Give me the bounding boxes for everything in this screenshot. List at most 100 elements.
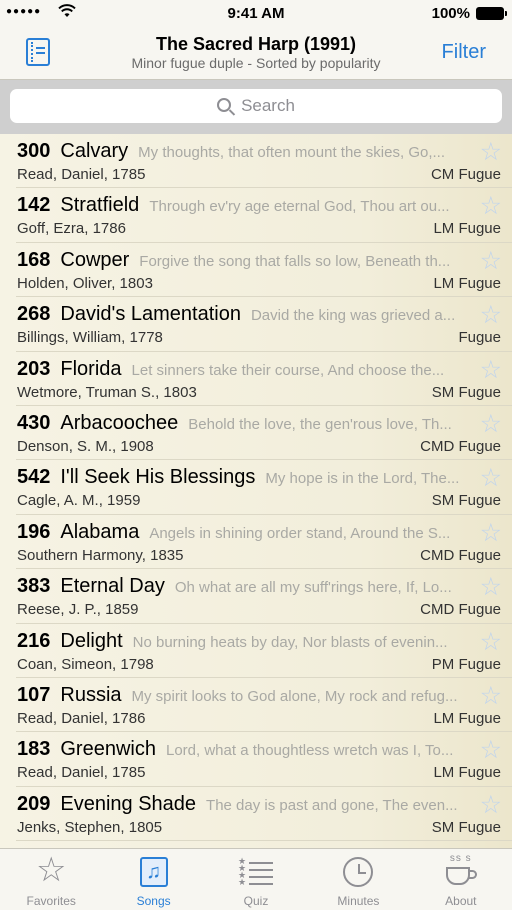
song-number: 430 [17, 411, 51, 434]
song-row[interactable]: 542 I'll Seek His Blessings My hope is in … [0, 460, 512, 516]
song-row[interactable]: 430 Arbacoochee Behold the love, the gen'r… [0, 406, 512, 461]
song-composer: Holden, Oliver, 1803 [17, 274, 153, 292]
song-row[interactable]: 209 Evening Shade The day is past and gone… [0, 787, 512, 842]
favorite-star-icon[interactable]: ☆ [480, 520, 502, 546]
song-meter: Fugue [458, 329, 501, 347]
page-subtitle: Minor fugue duple - Sorted by popularity [131, 55, 381, 71]
favorite-star-icon[interactable]: ☆ [480, 466, 502, 491]
song-first-line: No burning heats by day, Nor blasts of e… [132, 633, 448, 651]
song-name: Florida [60, 357, 122, 380]
song-composer: Read, Daniel, 1785 [17, 764, 146, 782]
favorite-star-icon[interactable]: ☆ [480, 575, 502, 600]
tab-favorites[interactable]: ☆ Favorites [0, 849, 102, 910]
song-row[interactable]: 203 Florida Let sinners take their course,… [0, 352, 512, 407]
song-row[interactable]: 183 Greenwich Lord, what a thoughtless wre… [0, 732, 512, 788]
song-number: 168 [17, 248, 51, 271]
song-composer: Read, Daniel, 1786 [17, 709, 146, 727]
filter-button[interactable]: Filter [442, 41, 486, 64]
favorite-star-icon[interactable]: ☆ [480, 140, 502, 165]
song-first-line: My hope is in the Lord, The... [265, 470, 460, 488]
song-list[interactable]: 300 Calvary My thoughts, that often mount … [0, 134, 512, 848]
song-number: 183 [17, 738, 51, 761]
song-row[interactable]: 300 Calvary My thoughts, that often mount … [0, 134, 512, 189]
song-row[interactable]: 383 Eternal Day Oh what are all my suff'ri… [0, 569, 512, 624]
tab-songs[interactable]: ♫ Songs [102, 849, 204, 910]
song-composer: Reese, J. P., 1859 [17, 601, 139, 619]
song-title-line: 216 Delight No burning heats by day, Nor b… [17, 630, 468, 653]
song-number: 216 [17, 629, 51, 652]
tab-label: About [445, 894, 477, 908]
song-composer: Read, Daniel, 1785 [17, 166, 146, 183]
song-title-line: 542 I'll Seek His Blessings My hope is in … [17, 466, 468, 489]
page-title: The Sacred Harp (1991) [155, 34, 357, 54]
battery-percent: 100% [431, 5, 470, 22]
search-placeholder: Search [241, 96, 295, 115]
song-composer: Cagle, A. M., 1959 [17, 492, 141, 510]
tab-label: Quiz [243, 894, 269, 908]
song-composer: Coan, Simeon, 1798 [17, 655, 154, 673]
favorite-star-icon[interactable]: ☆ [480, 738, 502, 763]
tab-label: Songs [136, 894, 171, 908]
song-meter: SM Fugue [431, 383, 501, 401]
song-row[interactable]: 168 Cowper Forgive the song that falls so … [0, 243, 512, 298]
star-icon: ☆ [35, 851, 67, 889]
song-name: David's Lamentation [60, 303, 241, 326]
search-input[interactable]: Search [10, 89, 502, 123]
song-meter: LM Fugue [433, 274, 501, 292]
favorite-star-icon[interactable]: ☆ [480, 629, 502, 655]
song-meter: SM Fugue [431, 818, 501, 836]
song-title-line: 168 Cowper Forgive the song that falls so … [17, 249, 468, 272]
song-first-line: Forgive the song that falls so low, Bene… [139, 252, 451, 270]
song-number: 209 [17, 792, 51, 815]
favorite-star-icon[interactable]: ☆ [480, 357, 502, 383]
song-composer: Jenks, Stephen, 1805 [17, 818, 163, 836]
song-title-line: 196 Alabama Angels in shining order stand,… [17, 521, 468, 544]
song-title-line: 142 Stratfield Through ev'ry age eternal G… [17, 194, 468, 217]
song-composer: Billings, William, 1778 [17, 329, 163, 347]
song-name: Greenwich [60, 738, 156, 761]
song-row[interactable]: 216 Delight No burning heats by day, Nor b… [0, 624, 512, 679]
song-row[interactable]: 196 Alabama Angels in shining order stand,… [0, 515, 512, 570]
song-meter: PM Fugue [431, 655, 501, 673]
favorite-star-icon[interactable]: ☆ [480, 792, 502, 818]
song-first-line: Oh what are all my suff'rings here, If, … [174, 579, 452, 597]
song-title-line: 107 Russia My spirit looks to God alone, M… [17, 684, 468, 707]
favorite-star-icon[interactable]: ☆ [480, 248, 502, 274]
song-row[interactable]: 268 David's Lamentation David the king was… [0, 297, 512, 352]
quiz-icon [238, 856, 274, 888]
song-title-line: 268 David's Lamentation David the king was… [17, 303, 468, 326]
song-title-line: 183 Greenwich Lord, what a thoughtless wre… [17, 738, 468, 761]
song-name: Cowper [60, 248, 130, 271]
song-number: 142 [17, 194, 51, 217]
favorite-star-icon[interactable]: ☆ [480, 683, 502, 709]
song-name: Russia [60, 683, 122, 706]
tab-quiz[interactable]: Quiz [205, 849, 307, 910]
favorite-star-icon[interactable]: ☆ [480, 194, 502, 219]
song-title-line: 383 Eternal Day Oh what are all my suff'ri… [17, 575, 468, 598]
song-title-line: 300 Calvary My thoughts, that often mount … [17, 140, 468, 163]
tab-minutes[interactable]: Minutes [307, 849, 409, 910]
battery-icon [476, 7, 507, 20]
song-number: 542 [17, 466, 51, 489]
song-number: 300 [17, 140, 51, 162]
tab-about[interactable]: ss s About [410, 849, 512, 910]
song-number: 268 [17, 303, 51, 326]
song-meter: LM Fugue [433, 709, 501, 727]
song-title-line: 203 Florida Let sinners take their course,… [17, 358, 468, 381]
tab-label: Minutes [337, 894, 380, 908]
song-row[interactable]: 107 Russia My spirit looks to God alone, M… [0, 678, 512, 733]
search-icon [217, 98, 232, 112]
song-first-line: Behold the love, the gen'rous love, Th..… [188, 415, 452, 433]
song-row[interactable]: 142 Stratfield Through ev'ry age eternal G… [0, 188, 512, 244]
coffee-cup-icon: ss s [444, 853, 478, 889]
song-meter: SM Fugue [431, 492, 501, 510]
song-first-line: My spirit looks to God alone, My rock an… [131, 687, 458, 705]
favorite-star-icon[interactable]: ☆ [480, 303, 502, 328]
status-bar: ●●●●● 9:41 AM 100% [0, 0, 512, 28]
favorite-star-icon[interactable]: ☆ [480, 411, 502, 437]
song-number: 203 [17, 357, 51, 380]
search-bar: Search [0, 80, 512, 134]
song-number: 196 [17, 520, 51, 543]
song-title-line: 430 Arbacoochee Behold the love, the gen'r… [17, 412, 468, 435]
song-meter: LM Fugue [433, 220, 501, 238]
